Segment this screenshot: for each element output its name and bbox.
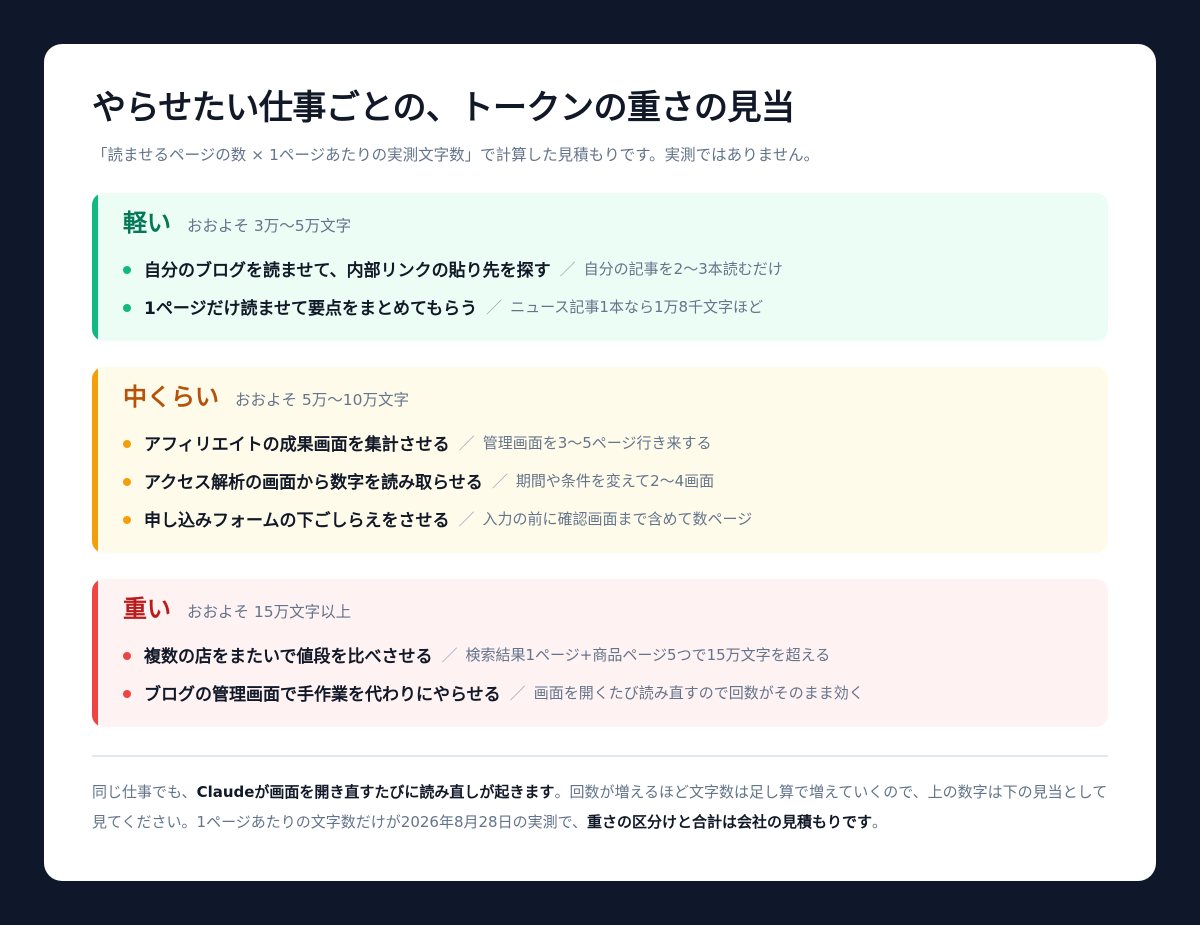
footer-emphasis: Claudeが画面を開き直すたびに読み直しが起きます — [196, 783, 555, 801]
task-list: アフィリエイトの成果画面を集計させる ／ 管理画面を3〜5ページ行き来する アク… — [123, 423, 1084, 537]
list-item: 1ページだけ読ませて要点をまとめてもらう ／ ニュース記事1本なら1万8千文字ほ… — [123, 287, 1084, 325]
tier-header: 重い おおよそ 15万文字以上 — [123, 593, 1084, 631]
separator: ／ — [491, 472, 508, 491]
footer-note: 同じ仕事でも、Claudeが画面を開き直すたびに読み直しが起きます。回数が増える… — [92, 777, 1108, 837]
divider — [92, 755, 1108, 757]
list-item: 複数の店をまたいで値段を比べさせる ／ 検索結果1ページ+商品ページ5つで15万… — [123, 635, 1084, 673]
separator: ／ — [509, 684, 526, 703]
task-note: 管理画面を3〜5ページ行き来する — [482, 433, 712, 452]
task-note: 自分の記事を2〜3本読むだけ — [583, 259, 783, 278]
task-list: 複数の店をまたいで値段を比べさせる ／ 検索結果1ページ+商品ページ5つで15万… — [123, 635, 1084, 711]
task-title: 申し込みフォームの下ごしらえをさせる — [144, 510, 450, 531]
task-note: 画面を開くたび読み直すので回数がそのまま効く — [533, 683, 864, 702]
task-note: 検索結果1ページ+商品ページ5つで15万文字を超える — [465, 645, 831, 664]
bullet-dot-icon — [123, 516, 131, 524]
list-item: 自分のブログを読ませて、内部リンクの貼り先を探す ／ 自分の記事を2〜3本読むだ… — [123, 249, 1084, 287]
tier-name: 中くらい — [123, 383, 219, 411]
task-note: 期間や条件を変えて2〜4画面 — [515, 471, 715, 490]
tier-medium: 中くらい おおよそ 5万〜10万文字 アフィリエイトの成果画面を集計させる ／ … — [92, 367, 1108, 553]
task-title: アクセス解析の画面から数字を読み取らせる — [144, 472, 483, 493]
bullet-dot-icon — [123, 440, 131, 448]
footer-emphasis: 重さの区分けと合計は会社の見積もりです — [587, 813, 873, 831]
list-item: アクセス解析の画面から数字を読み取らせる ／ 期間や条件を変えて2〜4画面 — [123, 461, 1084, 499]
list-item: 申し込みフォームの下ごしらえをさせる ／ 入力の前に確認画面まで含めて数ページ — [123, 499, 1084, 537]
tier-range: おおよそ 15万文字以上 — [187, 603, 352, 621]
list-item: アフィリエイトの成果画面を集計させる ／ 管理画面を3〜5ページ行き来する — [123, 423, 1084, 461]
tier-range: おおよそ 5万〜10万文字 — [235, 391, 410, 409]
tier-name: 重い — [123, 595, 171, 623]
task-title: 自分のブログを読ませて、内部リンクの貼り先を探す — [144, 260, 551, 281]
list-item: ブログの管理画面で手作業を代わりにやらせる ／ 画面を開くたび読み直すので回数が… — [123, 673, 1084, 711]
task-title: 1ページだけ読ませて要点をまとめてもらう — [144, 298, 478, 319]
task-title: 複数の店をまたいで値段を比べさせる — [144, 646, 433, 667]
tier-light: 軽い おおよそ 3万〜5万文字 自分のブログを読ませて、内部リンクの貼り先を探す… — [92, 193, 1108, 341]
bullet-dot-icon — [123, 266, 131, 274]
task-list: 自分のブログを読ませて、内部リンクの貼り先を探す ／ 自分の記事を2〜3本読むだ… — [123, 249, 1084, 325]
bullet-dot-icon — [123, 690, 131, 698]
tier-range: おおよそ 3万〜5万文字 — [187, 217, 352, 235]
task-title: アフィリエイトの成果画面を集計させる — [144, 434, 450, 455]
separator: ／ — [458, 510, 475, 529]
separator: ／ — [441, 646, 458, 665]
estimate-card: やらせたい仕事ごとの、トークンの重さの見当 「読ませるページの数 × 1ページあ… — [44, 44, 1156, 881]
bullet-dot-icon — [123, 652, 131, 660]
separator: ／ — [559, 260, 576, 279]
page-title: やらせたい仕事ごとの、トークンの重さの見当 — [92, 88, 795, 128]
task-note: 入力の前に確認画面まで含めて数ページ — [482, 509, 753, 528]
separator: ／ — [486, 298, 503, 317]
footer-text: 同じ仕事でも、 — [92, 783, 197, 801]
task-title: ブログの管理画面で手作業を代わりにやらせる — [144, 684, 501, 705]
tier-header: 軽い おおよそ 3万〜5万文字 — [123, 207, 1084, 245]
tier-name: 軽い — [123, 209, 171, 237]
separator: ／ — [458, 434, 475, 453]
bullet-dot-icon — [123, 478, 131, 486]
footer-text: 。 — [872, 813, 888, 831]
task-note: ニュース記事1本なら1万8千文字ほど — [510, 297, 764, 316]
tier-heavy: 重い おおよそ 15万文字以上 複数の店をまたいで値段を比べさせる ／ 検索結果… — [92, 579, 1108, 727]
tier-header: 中くらい おおよそ 5万〜10万文字 — [123, 381, 1084, 419]
page-subtitle: 「読ませるページの数 × 1ページあたりの実測文字数」で計算した見積もりです。実… — [92, 146, 820, 164]
bullet-dot-icon — [123, 304, 131, 312]
